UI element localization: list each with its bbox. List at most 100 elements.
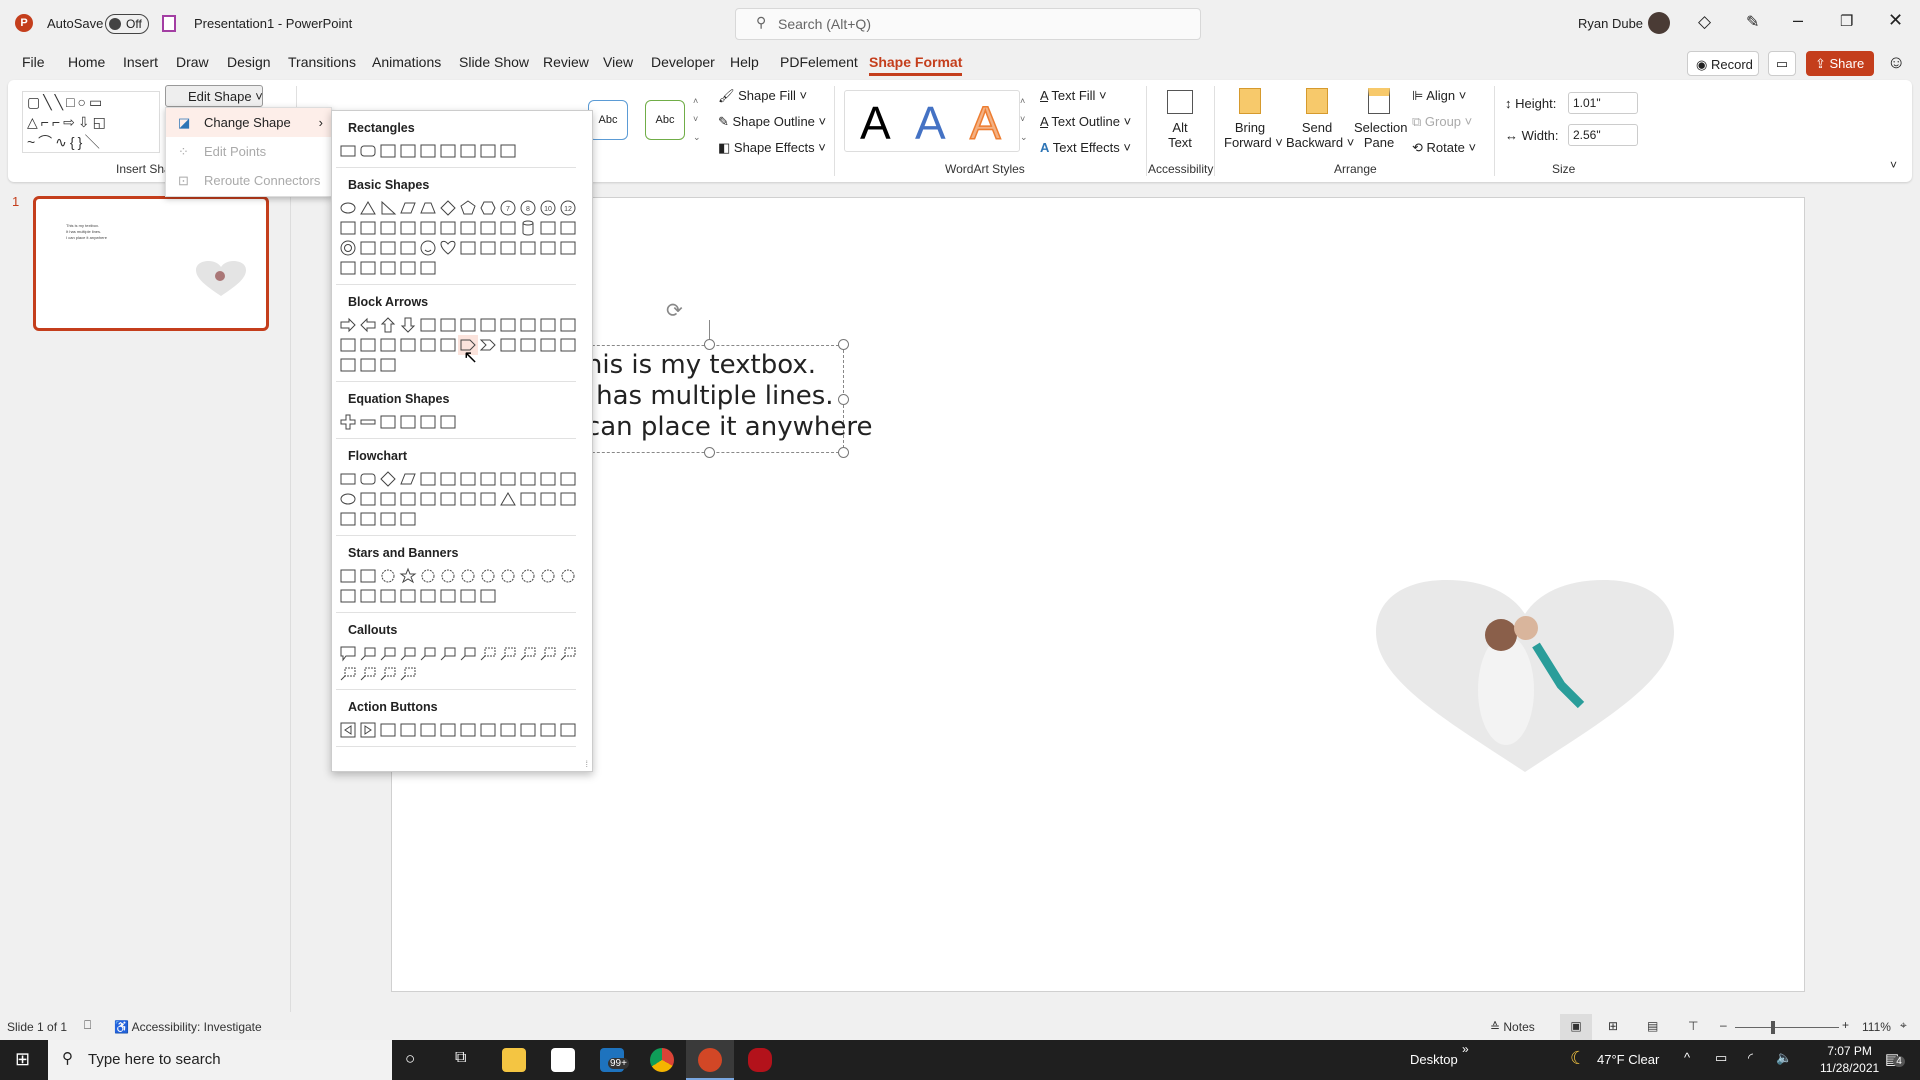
shape-moon-icon[interactable] [498,238,518,258]
show-hidden-icons[interactable]: ^ [1684,1050,1690,1065]
wordart-orange[interactable]: A [969,96,1001,150]
resize-handle[interactable] [704,447,715,458]
shape-c2-icon[interactable] [358,643,378,663]
shape-blockarc-icon[interactable] [378,238,398,258]
shape-s4-icon[interactable] [378,566,398,586]
wordart-black[interactable]: A [860,96,891,150]
notes-book-icon[interactable]: ⎕ [84,1018,91,1033]
shape-lru-icon[interactable] [478,315,498,335]
shape-round-icon[interactable] [358,469,378,489]
shape-wave-icon[interactable] [458,586,478,606]
mail-icon[interactable]: 99+ [600,1048,629,1072]
shape-bent-icon[interactable] [498,315,518,335]
shape-disk-icon[interactable] [358,509,378,529]
shape-cube-icon[interactable] [538,218,558,238]
shape-stripe-icon[interactable] [458,218,478,238]
shape-style-abc-2[interactable]: Abc [645,100,685,140]
align-button[interactable]: ⊫ Align ˅ [1412,88,1466,104]
user-name[interactable]: Ryan Dube [1578,16,1643,31]
shape-rnd2-icon[interactable] [478,141,498,161]
shape-internal-icon[interactable] [438,469,458,489]
text-effects-button[interactable]: A Text Effects ˅ [1040,140,1131,155]
shape-n7-icon[interactable]: 7 [498,198,518,218]
shape-folded-icon[interactable] [398,238,418,258]
zoom-in-button[interactable]: + [1842,1018,1849,1032]
shape-manop-icon[interactable] [558,469,578,489]
shape-movie-icon[interactable] [478,720,498,740]
shape-collate-icon[interactable] [458,489,478,509]
shape-bup-icon[interactable] [558,315,578,335]
shape-s6-icon[interactable] [418,566,438,586]
shape-altproc-icon[interactable] [558,489,578,509]
shape-round-icon[interactable] [358,141,378,161]
alt-text-button[interactable]: Alt Text [1162,90,1198,150]
notification-center-icon[interactable]: ▤4 [1885,1050,1905,1068]
shape-c14-icon[interactable] [358,663,378,683]
taskbar-search[interactable]: ⚲ Type here to search [48,1040,392,1080]
send-backward-button[interactable]: SendBackward ˅ [1286,88,1354,150]
shape-begin-icon[interactable] [378,720,398,740]
shape-term-icon[interactable] [498,469,518,489]
shape-exp2-icon[interactable] [358,566,378,586]
shape-scrollv-icon[interactable] [418,586,438,606]
shape-help-icon[interactable] [538,720,558,740]
tab-view[interactable]: View [603,54,633,70]
shape-manin-icon[interactable] [538,469,558,489]
shape-c13-icon[interactable] [338,663,358,683]
shape-blank-icon[interactable] [558,720,578,740]
shape-doc-icon[interactable] [458,469,478,489]
shape-hex-icon[interactable] [478,198,498,218]
shape-can-icon[interactable] [518,218,538,238]
shape-arc-icon[interactable] [538,238,558,258]
reading-view-icon[interactable]: ▤ [1647,1019,1658,1033]
store-icon[interactable] [551,1048,575,1072]
shape-stripedr-icon[interactable] [418,335,438,355]
shape-curvd-icon[interactable] [398,335,418,355]
shape-ucallout-icon[interactable] [558,335,578,355]
shape-bevel-icon[interactable] [558,218,578,238]
shape-minus-icon[interactable] [358,412,378,432]
menu-item-change-shape[interactable]: ◪ Change Shape › [166,108,331,137]
record-button[interactable]: ◉ Record [1687,51,1759,76]
shape-al-icon[interactable] [358,315,378,335]
shape-aud-icon[interactable] [438,315,458,335]
shape-pie-icon[interactable] [338,218,358,238]
resize-grip-icon[interactable]: ⁞ [585,759,588,769]
height-input[interactable]: 1.01" [1568,92,1638,114]
tab-slide-show[interactable]: Slide Show [459,54,529,70]
shape-rcallout-icon[interactable] [498,335,518,355]
shape-para-icon[interactable] [398,198,418,218]
shape-mult-icon[interactable] [378,412,398,432]
slide-thumbnail[interactable]: This is my textbox. It has multiple lines… [33,196,269,331]
text-fill-button[interactable]: A Text Fill ˅ [1040,88,1107,103]
tab-help[interactable]: Help [730,54,759,70]
shape-s12-icon[interactable] [498,566,518,586]
desktop-toolbar[interactable]: Desktop [1410,1052,1458,1067]
shape-notchedr-icon[interactable] [438,335,458,355]
shape-rib2-icon[interactable] [358,586,378,606]
shape-donut-icon[interactable] [338,238,358,258]
zoom-slider[interactable] [1735,1021,1839,1034]
shape-c7-icon[interactable] [458,643,478,663]
shape-style-abc-1[interactable]: Abc [588,100,628,140]
shape-document-icon[interactable] [498,720,518,740]
shape-rnd1-icon[interactable] [458,141,478,161]
shape-snip2-icon[interactable] [398,141,418,161]
shape-fwd-icon[interactable] [358,720,378,740]
slide-sorter-icon[interactable]: ⊞ [1608,1019,1618,1033]
text-outline-button[interactable]: A Text Outline ˅ [1040,114,1131,129]
shape-div-icon[interactable] [398,412,418,432]
normal-view-icon[interactable]: ▣ [1560,1014,1592,1040]
task-view-icon[interactable]: ⧉ [455,1049,466,1067]
edit-shape-button[interactable]: Edit Shape ˅ [165,85,263,107]
shape-rnd3-icon[interactable] [498,141,518,161]
shape-n10-icon[interactable]: 10 [538,198,558,218]
shape-tape-icon[interactable] [398,489,418,509]
collapse-ribbon-icon[interactable]: ˅ [1890,158,1897,172]
wordart-scroll[interactable]: ˄ ˅ ⌄ [1020,92,1028,146]
shape-scrollh-icon[interactable] [438,586,458,606]
shape-plaque-icon[interactable] [498,218,518,238]
app-icon[interactable] [748,1048,772,1072]
shape-c3-icon[interactable] [378,643,398,663]
shape-dbracket-icon[interactable] [558,238,578,258]
